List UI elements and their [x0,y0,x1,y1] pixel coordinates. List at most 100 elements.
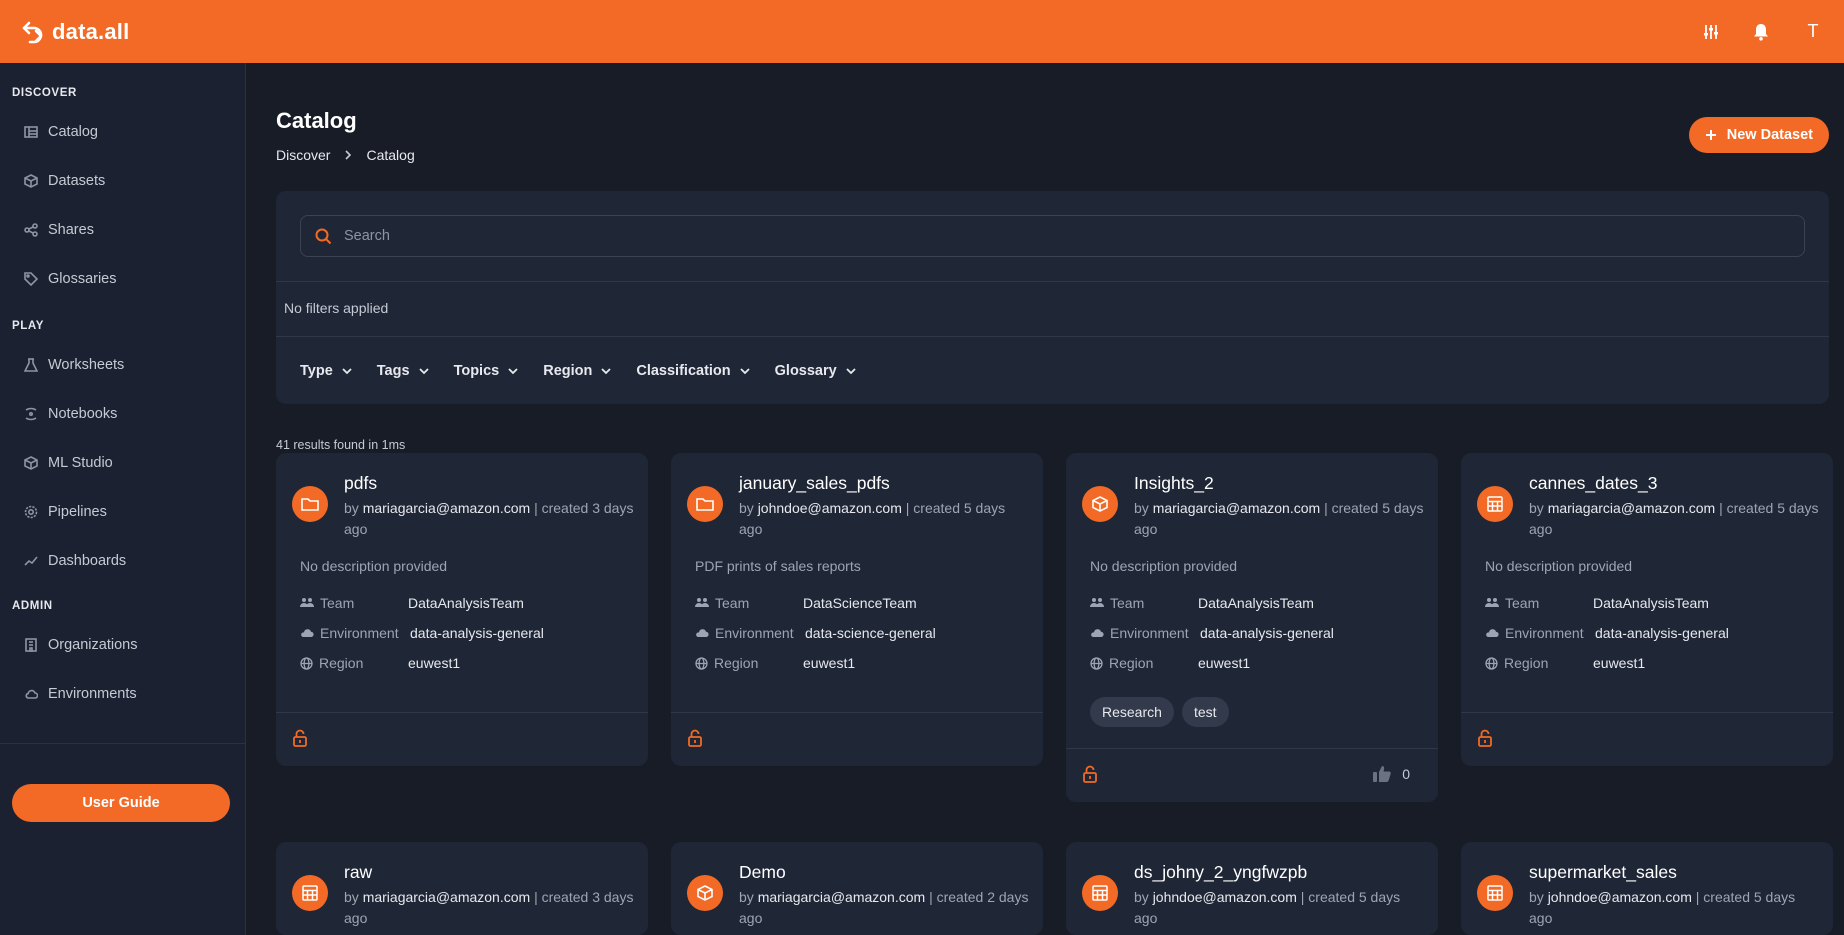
sidebar-item-ml-studio[interactable]: ML Studio [24,455,113,471]
card-meta: by johndoe@amazon.com | created 5 days a… [1529,887,1819,929]
lock-icon[interactable] [1477,729,1493,747]
team-label: Team [320,595,355,611]
tag-chip[interactable]: test [1182,697,1229,727]
card-title[interactable]: raw [344,862,372,883]
folder-icon [292,486,328,522]
table-icon [1082,875,1118,911]
filter-label: Region [543,363,593,379]
card-owner: mariagarcia@amazon.com [362,500,531,516]
new-dataset-button[interactable]: New Dataset [1688,117,1829,153]
filter-tags[interactable]: Tags [377,363,430,379]
dataset-card[interactable]: ds_johny_2_yngfwzpb by johndoe@amazon.co… [1066,842,1438,935]
dataset-card[interactable]: supermarket_sales by johndoe@amazon.com … [1461,842,1833,935]
team-row: Team DataAnalysisTeam [300,595,524,611]
card-title[interactable]: Demo [739,862,786,883]
logo-icon [22,21,43,43]
dataset-card[interactable]: Demo by mariagarcia@amazon.com | created… [671,842,1043,935]
chevron-right-icon [345,150,352,160]
divider [276,281,1829,282]
card-title[interactable]: Insights_2 [1134,473,1214,494]
tag-chip[interactable]: Research [1090,697,1174,727]
team-icon [1485,598,1499,607]
bell-icon[interactable] [1750,21,1772,43]
card-meta: by johndoe@amazon.com | created 5 days a… [1134,887,1424,929]
search-input[interactable]: Search [300,215,1805,257]
sidebar-item-label: Worksheets [48,357,125,373]
lock-icon[interactable] [1082,765,1098,783]
cloud-icon [1486,629,1499,637]
cloud-icon [1091,629,1104,637]
flask-icon [24,358,38,372]
cloud-icon [696,629,709,637]
lock-icon[interactable] [292,729,308,747]
dataset-card[interactable]: Insights_2 by mariagarcia@amazon.com | c… [1066,453,1438,802]
sidebar-item-dashboards[interactable]: Dashboards [24,553,126,569]
sidebar-item-glossaries[interactable]: Glossaries [24,271,117,287]
dataset-card[interactable]: raw by mariagarcia@amazon.com | created … [276,842,648,935]
team-icon [1090,598,1104,607]
dataset-card[interactable]: cannes_dates_3 by mariagarcia@amazon.com… [1461,453,1833,766]
filter-status: No filters applied [284,300,389,316]
section-play: PLAY [12,320,45,332]
chevron-down-icon [740,368,750,375]
breadcrumb-discover[interactable]: Discover [276,147,330,163]
region-value: euwest1 [1593,655,1646,671]
card-title[interactable]: cannes_dates_3 [1529,473,1657,494]
table-icon [292,875,328,911]
filter-topics[interactable]: Topics [454,363,520,379]
sidebar-item-shares[interactable]: Shares [24,222,94,238]
sidebar-item-notebooks[interactable]: Notebooks [24,406,117,422]
filter-glossary[interactable]: Glossary [775,363,857,379]
card-meta: by mariagarcia@amazon.com | created 3 da… [344,887,634,929]
gear-icon [24,505,38,519]
team-label: Team [715,595,750,611]
search-icon [315,228,332,244]
region-value: euwest1 [1198,655,1251,671]
sidebar-item-catalog[interactable]: Catalog [24,124,98,140]
card-owner: mariagarcia@amazon.com [1547,500,1716,516]
filter-type[interactable]: Type [300,363,353,379]
environment-label: Environment [1505,625,1584,641]
card-title[interactable]: pdfs [344,473,377,494]
card-meta: by johndoe@amazon.com | created 5 days a… [739,498,1029,540]
region-row: Region euwest1 [1485,655,1645,671]
meta-by: by [1134,500,1153,516]
card-owner: johndoe@amazon.com [757,500,902,516]
dataset-card[interactable]: january_sales_pdfs by johndoe@amazon.com… [671,453,1043,766]
plus-icon [1705,130,1716,140]
sidebar-item-worksheets[interactable]: Worksheets [24,357,124,373]
meta-by: by [344,889,363,905]
settings-sliders-icon[interactable] [1700,21,1722,43]
like-button[interactable]: 0 [1372,765,1410,783]
sidebar-item-label: Notebooks [48,406,118,422]
lock-icon[interactable] [687,729,703,747]
meta-by: by [739,889,758,905]
sidebar-item-environments[interactable]: Environments [24,686,137,702]
sidebar-item-pipelines[interactable]: Pipelines [24,504,107,520]
team-value: DataAnalysisTeam [1593,595,1709,611]
sidebar-item-label: ML Studio [48,455,113,471]
section-admin: ADMIN [12,600,53,612]
breadcrumb-catalog[interactable]: Catalog [366,147,414,163]
app-name: data.all [52,18,130,44]
user-guide-button[interactable]: User Guide [12,784,230,822]
filter-classification[interactable]: Classification [636,363,750,379]
card-title[interactable]: supermarket_sales [1529,862,1677,883]
user-avatar[interactable]: T [1800,21,1826,42]
filter-region[interactable]: Region [543,363,612,379]
meta-by: by [1134,889,1153,905]
sidebar-item-organizations[interactable]: Organizations [24,637,137,653]
page-title: Catalog [276,108,357,133]
section-discover: DISCOVER [12,87,77,99]
dataset-card[interactable]: pdfs by mariagarcia@amazon.com | created… [276,453,648,766]
card-description: PDF prints of sales reports [695,558,861,574]
card-title[interactable]: ds_johny_2_yngfwzpb [1134,862,1307,883]
card-description: No description provided [1090,558,1238,574]
sidebar-item-label: Catalog [48,124,98,140]
sidebar-item-datasets[interactable]: Datasets [24,173,105,189]
card-title[interactable]: january_sales_pdfs [739,473,890,494]
app-logo[interactable]: data.all [20,19,129,45]
environment-row: Environment data-analysis-general [300,625,544,641]
cloud-icon [301,629,314,637]
building-icon [25,638,37,652]
